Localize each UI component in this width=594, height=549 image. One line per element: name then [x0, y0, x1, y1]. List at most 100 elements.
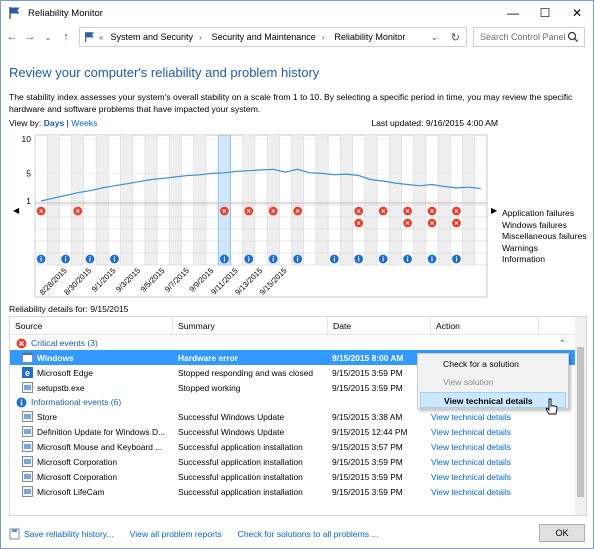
chart-column-shade [193, 135, 207, 265]
breadcrumb-security-maintenance[interactable]: Security and Maintenance [212, 32, 316, 42]
breadcrumb-separator-icon: › [199, 32, 202, 42]
svg-text:×: × [39, 209, 43, 216]
table-row[interactable]: Microsoft Mouse and Keyboard ... Successf… [10, 439, 576, 454]
cell-action[interactable]: View technical details [431, 442, 571, 452]
cell-action[interactable]: View technical details [431, 457, 571, 467]
cell-action[interactable]: View technical details [431, 487, 571, 497]
svg-text:i: i [248, 257, 250, 264]
cell-action[interactable]: View technical details [431, 472, 571, 482]
save-history-link[interactable]: Save reliability history... [24, 529, 114, 539]
address-bar[interactable]: « System and Security › Security and Mai… [79, 27, 467, 47]
overflow-chevron-icon[interactable]: « [99, 33, 103, 42]
view-by-label: View by: [9, 118, 42, 128]
minimize-button[interactable]: — [497, 1, 529, 25]
collapse-chevron-icon[interactable]: ⌃ [559, 338, 566, 349]
table-row[interactable]: Microsoft Corporation Successful applicat… [10, 454, 576, 469]
app-icon [22, 441, 33, 452]
search-placeholder: Search Control Panel [480, 32, 566, 42]
column-summary[interactable]: Summary [173, 317, 328, 334]
cell-summary: Hardware error [178, 352, 239, 363]
column-date[interactable]: Date [328, 317, 431, 334]
table-row[interactable]: Microsoft LifeCam Successful application … [10, 484, 576, 499]
legend-windows-failures: Windows failures [502, 219, 567, 230]
view-weeks-link[interactable]: Weeks [71, 118, 97, 128]
table-row[interactable]: Microsoft Corporation Successful applicat… [10, 469, 576, 484]
scroll-right-icon[interactable]: ▶ [491, 206, 498, 215]
scroll-left-icon[interactable]: ◀ [13, 206, 20, 215]
refresh-icon[interactable]: ↻ [451, 31, 460, 44]
y-tick-label: 5 [26, 168, 31, 178]
navigation-bar: ← → ⌄ ↑ « System and Security › Security… [1, 25, 593, 49]
svg-text:×: × [247, 209, 251, 216]
svg-text:×: × [454, 209, 458, 216]
cell-summary: Stopped responding and was closed [178, 367, 314, 378]
details-label: Reliability details for: 9/15/2015 [9, 304, 129, 314]
view-days-link[interactable]: Days [44, 118, 65, 128]
chart-legend: Application failures Windows failures Mi… [502, 208, 587, 266]
view-separator: | [66, 118, 69, 128]
last-updated: Last updated: 9/16/2015 4:00 AM [371, 118, 498, 128]
svg-text:i: i [113, 257, 115, 264]
informational-events-icon [16, 397, 27, 408]
window-title: Reliability Monitor [28, 7, 103, 19]
breadcrumb-separator-icon: › [321, 32, 325, 42]
cell-date: 9/15/2015 12:44 PM [332, 426, 408, 437]
menu-item-check-solution[interactable]: Check for a solution [420, 356, 566, 372]
cell-action[interactable]: View technical details [431, 427, 571, 437]
table-row[interactable]: Definition Update for Windows D... Succes… [10, 424, 576, 439]
search-icon[interactable] [567, 31, 579, 43]
chart-column-shade [71, 135, 84, 265]
breadcrumb-reliability-monitor[interactable]: Reliability Monitor [334, 32, 405, 42]
selected-day-column[interactable] [217, 134, 231, 266]
column-action[interactable]: Action [431, 317, 539, 334]
svg-text:i: i [223, 257, 225, 264]
svg-text:i: i [333, 257, 335, 264]
cell-date: 9/15/2015 3:38 AM [332, 411, 403, 422]
cell-date: 9/15/2015 3:59 PM [332, 382, 403, 393]
chart-column-shade [389, 135, 402, 265]
recent-locations-icon[interactable]: ⌄ [41, 28, 55, 46]
title-bar: Reliability Monitor — ☐ ✕ [1, 1, 593, 25]
scrollbar-thumb[interactable] [577, 347, 584, 497]
svg-text:i: i [40, 257, 42, 264]
chart-column-shade [96, 135, 109, 265]
svg-text:×: × [406, 221, 410, 228]
breadcrumb-system-security[interactable]: System and Security [110, 32, 193, 42]
stability-chart[interactable]: 10 5 1 × × × × × × × × × × × × × × × i i i i i i i i i i i i i i ◀ ▶ 8/28/… [9, 131, 499, 299]
view-all-reports-link[interactable]: View all problem reports [130, 529, 222, 539]
y-tick-label: 1 [26, 196, 31, 206]
cell-source: Windows [10, 352, 173, 363]
vertical-scrollbar[interactable] [575, 317, 586, 515]
column-source[interactable]: Source [10, 317, 173, 334]
ok-button[interactable]: OK [539, 524, 585, 542]
check-all-solutions-link[interactable]: Check for solutions to all problems ... [238, 529, 379, 539]
svg-text:i: i [382, 257, 384, 264]
critical-events-icon [16, 338, 27, 349]
view-by-selector: View by: Days | Weeks [9, 118, 97, 128]
dropdown-icon[interactable]: ⌄ [430, 32, 438, 43]
edge-icon: e [22, 367, 33, 378]
close-button[interactable]: ✕ [561, 1, 593, 25]
legend-information: Information [502, 254, 545, 264]
legend-misc-failures: Miscellaneous failures [502, 231, 587, 241]
svg-text:i: i [358, 257, 360, 264]
cell-source: Microsoft Mouse and Keyboard ... [10, 441, 173, 452]
page-description: The stability index assesses your system… [9, 92, 573, 114]
table-row[interactable]: Store Successful Windows Update 9/15/2015 … [10, 409, 576, 424]
svg-text:i: i [431, 257, 433, 264]
search-input[interactable]: Search Control Panel [473, 27, 585, 47]
critical-events-group[interactable]: Critical events (3) ⌃ [10, 336, 576, 350]
forward-button[interactable]: → [23, 28, 37, 46]
page-heading: Review your computer's reliability and p… [9, 65, 320, 80]
maximize-button[interactable]: ☐ [529, 1, 561, 25]
back-button[interactable]: ← [5, 28, 19, 46]
cell-source: Definition Update for Windows D... [10, 426, 173, 437]
up-button[interactable]: ↑ [59, 28, 73, 46]
app-icon [22, 456, 33, 467]
chart-column-shade [462, 135, 475, 265]
stability-chart-svg[interactable]: 1051× × × × × × × × × × ×× × × ×i i i i i i i i i i i i i i◀ ▶8/28/… [9, 131, 499, 299]
cell-source: Microsoft LifeCam [10, 486, 173, 497]
chart-column-shade [47, 135, 60, 265]
svg-text:×: × [357, 221, 361, 228]
cell-date: 9/15/2015 3:57 PM [332, 441, 403, 452]
